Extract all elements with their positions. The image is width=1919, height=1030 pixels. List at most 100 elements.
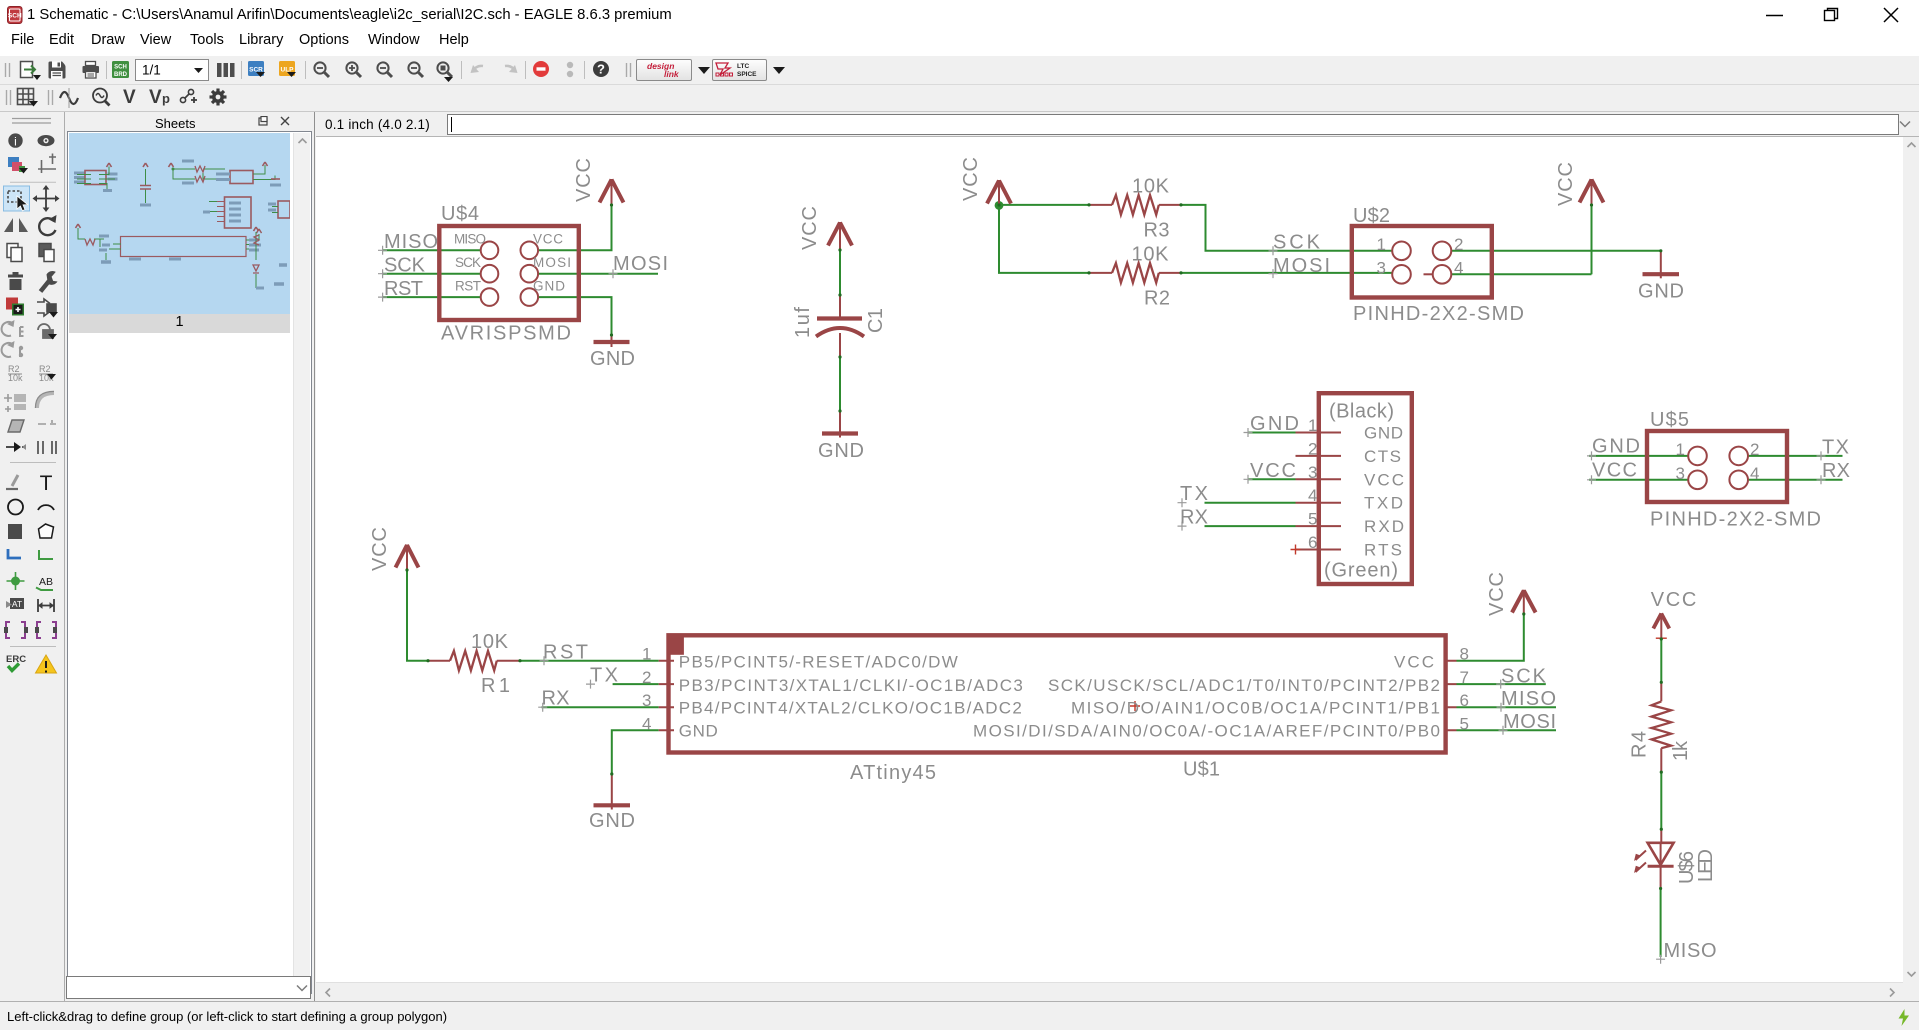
- svg-text:?: ?: [597, 62, 605, 77]
- svg-text:2: 2: [642, 668, 651, 687]
- svg-text:RX: RX: [1822, 460, 1850, 482]
- svg-text:RXD: RXD: [1364, 517, 1404, 536]
- svg-text:8: 8: [1460, 645, 1469, 664]
- svg-text:3: 3: [1377, 258, 1386, 277]
- svg-text:RST: RST: [543, 642, 588, 664]
- svg-text:RST: RST: [455, 279, 481, 294]
- svg-text:GND: GND: [818, 440, 864, 462]
- svg-text:PB5/PCINT5/-RESET/ADC0/DW: PB5/PCINT5/-RESET/ADC0/DW: [679, 653, 958, 672]
- svg-text:SCK: SCK: [384, 255, 426, 277]
- svg-text:4: 4: [1308, 486, 1317, 505]
- svg-text:5: 5: [1460, 714, 1469, 733]
- svg-text:4: 4: [1454, 258, 1463, 277]
- svg-text:SCK: SCK: [1501, 666, 1547, 688]
- svg-text:PINHD-2X2-SMD: PINHD-2X2-SMD: [1353, 303, 1524, 325]
- svg-text:7: 7: [1460, 668, 1469, 687]
- svg-text:VCC: VCC: [799, 206, 821, 250]
- svg-text:MISO: MISO: [384, 231, 438, 253]
- svg-text:VCC: VCC: [1592, 460, 1637, 482]
- svg-text:R1: R1: [481, 675, 510, 697]
- svg-text:SCK: SCK: [1273, 232, 1321, 254]
- svg-text:PB3/PCINT3/XTAL1/CLKI/-OC1B/AD: PB3/PCINT3/XTAL1/CLKI/-OC1B/ADC3: [679, 676, 1023, 695]
- svg-text:VCC: VCC: [573, 158, 595, 202]
- svg-text:VCC: VCC: [369, 527, 391, 571]
- svg-text:VCC: VCC: [1555, 162, 1577, 206]
- svg-text:3: 3: [1676, 464, 1685, 483]
- svg-text:RST: RST: [384, 278, 423, 300]
- svg-text:VCC: VCC: [1486, 572, 1508, 616]
- svg-text:AT: AT: [12, 599, 22, 609]
- svg-text:1k: 1k: [1670, 740, 1692, 761]
- svg-text:MOSI: MOSI: [1503, 711, 1556, 733]
- svg-text:RTS: RTS: [1364, 541, 1402, 560]
- svg-text:6: 6: [1460, 691, 1469, 710]
- svg-text:link: link: [664, 69, 680, 79]
- svg-text:PB4/PCINT4/XTAL2/CLKO/OC1B/ADC: PB4/PCINT4/XTAL2/CLKO/OC1B/ADC2: [679, 699, 1022, 718]
- svg-text:1: 1: [1377, 235, 1386, 254]
- svg-text:U$2: U$2: [1353, 205, 1390, 227]
- svg-text:TX: TX: [1822, 436, 1849, 458]
- svg-text:GND: GND: [590, 348, 635, 370]
- svg-text:1uf: 1uf: [792, 307, 814, 338]
- svg-text:2: 2: [1750, 440, 1759, 459]
- svg-text:TXD: TXD: [1364, 494, 1403, 513]
- svg-text:6: 6: [1308, 533, 1317, 552]
- svg-text:V: V: [123, 87, 136, 108]
- svg-text:GND: GND: [589, 810, 635, 832]
- svg-text:1: 1: [642, 645, 651, 664]
- svg-text:(Black): (Black): [1329, 401, 1394, 423]
- svg-text:p: p: [162, 91, 170, 106]
- svg-text:GND: GND: [1364, 424, 1403, 443]
- svg-text:3: 3: [642, 691, 651, 710]
- svg-text:AVRISPSMD: AVRISPSMD: [441, 323, 571, 345]
- svg-text:5: 5: [1308, 510, 1317, 529]
- svg-text:U$4: U$4: [441, 203, 479, 225]
- svg-text:RX: RX: [542, 688, 570, 710]
- svg-text:BRD: BRD: [114, 72, 128, 78]
- svg-text:V: V: [149, 87, 162, 108]
- svg-text:GND: GND: [1592, 436, 1640, 458]
- svg-text:VCC: VCC: [533, 232, 563, 247]
- svg-text:GND: GND: [1638, 281, 1684, 303]
- svg-text:LTC: LTC: [737, 63, 749, 70]
- svg-text:VCC: VCC: [1651, 589, 1697, 611]
- svg-text:1/1: 1/1: [142, 63, 161, 78]
- svg-text:GND: GND: [1250, 413, 1299, 435]
- svg-text:MOSI/DI/SDA/AIN0/OC0A/-OC1A/AR: MOSI/DI/SDA/AIN0/OC0A/-OC1A/AREF/PCINT0/…: [973, 721, 1440, 740]
- svg-text:10K: 10K: [1132, 176, 1170, 198]
- svg-text:MOSI: MOSI: [613, 253, 668, 275]
- svg-text:1: 1: [1676, 440, 1685, 459]
- svg-text:MOSI: MOSI: [533, 255, 571, 270]
- svg-text:VCC: VCC: [1394, 653, 1434, 672]
- svg-text:3: 3: [1308, 463, 1317, 482]
- svg-text:i: i: [14, 135, 17, 149]
- svg-text:ATtiny45: ATtiny45: [850, 762, 936, 784]
- svg-text:SCK/USCK/SCL/ADC1/T0/INT0/PCIN: SCK/USCK/SCL/ADC1/T0/INT0/PCINT2/PB2: [1048, 676, 1440, 695]
- svg-text:SPICE: SPICE: [737, 71, 757, 78]
- svg-text:LED: LED: [1695, 849, 1717, 882]
- svg-text:R3: R3: [1144, 220, 1170, 242]
- svg-text:1: 1: [1308, 416, 1317, 435]
- svg-text:SCK: SCK: [455, 255, 481, 270]
- svg-text:MOSI: MOSI: [1273, 255, 1330, 277]
- svg-text:R2: R2: [1144, 288, 1170, 310]
- svg-text:2: 2: [1308, 439, 1317, 458]
- svg-text:MISO: MISO: [1501, 688, 1556, 710]
- svg-text:MISO: MISO: [454, 232, 486, 247]
- svg-text:2: 2: [1454, 235, 1463, 254]
- svg-text:GND: GND: [679, 721, 718, 740]
- svg-text:10K: 10K: [1132, 244, 1170, 266]
- svg-text:GND: GND: [533, 279, 565, 294]
- svg-text:VCC: VCC: [1250, 460, 1296, 482]
- svg-text:(Green): (Green): [1324, 560, 1398, 582]
- svg-text:MISO: MISO: [1664, 940, 1717, 962]
- svg-text:R4: R4: [1629, 731, 1651, 758]
- svg-text:4: 4: [1750, 464, 1759, 483]
- svg-text:10K: 10K: [471, 631, 509, 653]
- svg-text:C1: C1: [865, 308, 887, 333]
- svg-text:TX: TX: [590, 665, 618, 687]
- svg-text:PINHD-2X2-SMD: PINHD-2X2-SMD: [1650, 509, 1821, 531]
- svg-text:RX: RX: [1180, 506, 1208, 528]
- svg-text:SCH: SCH: [8, 13, 22, 20]
- svg-text:SCH: SCH: [114, 65, 127, 71]
